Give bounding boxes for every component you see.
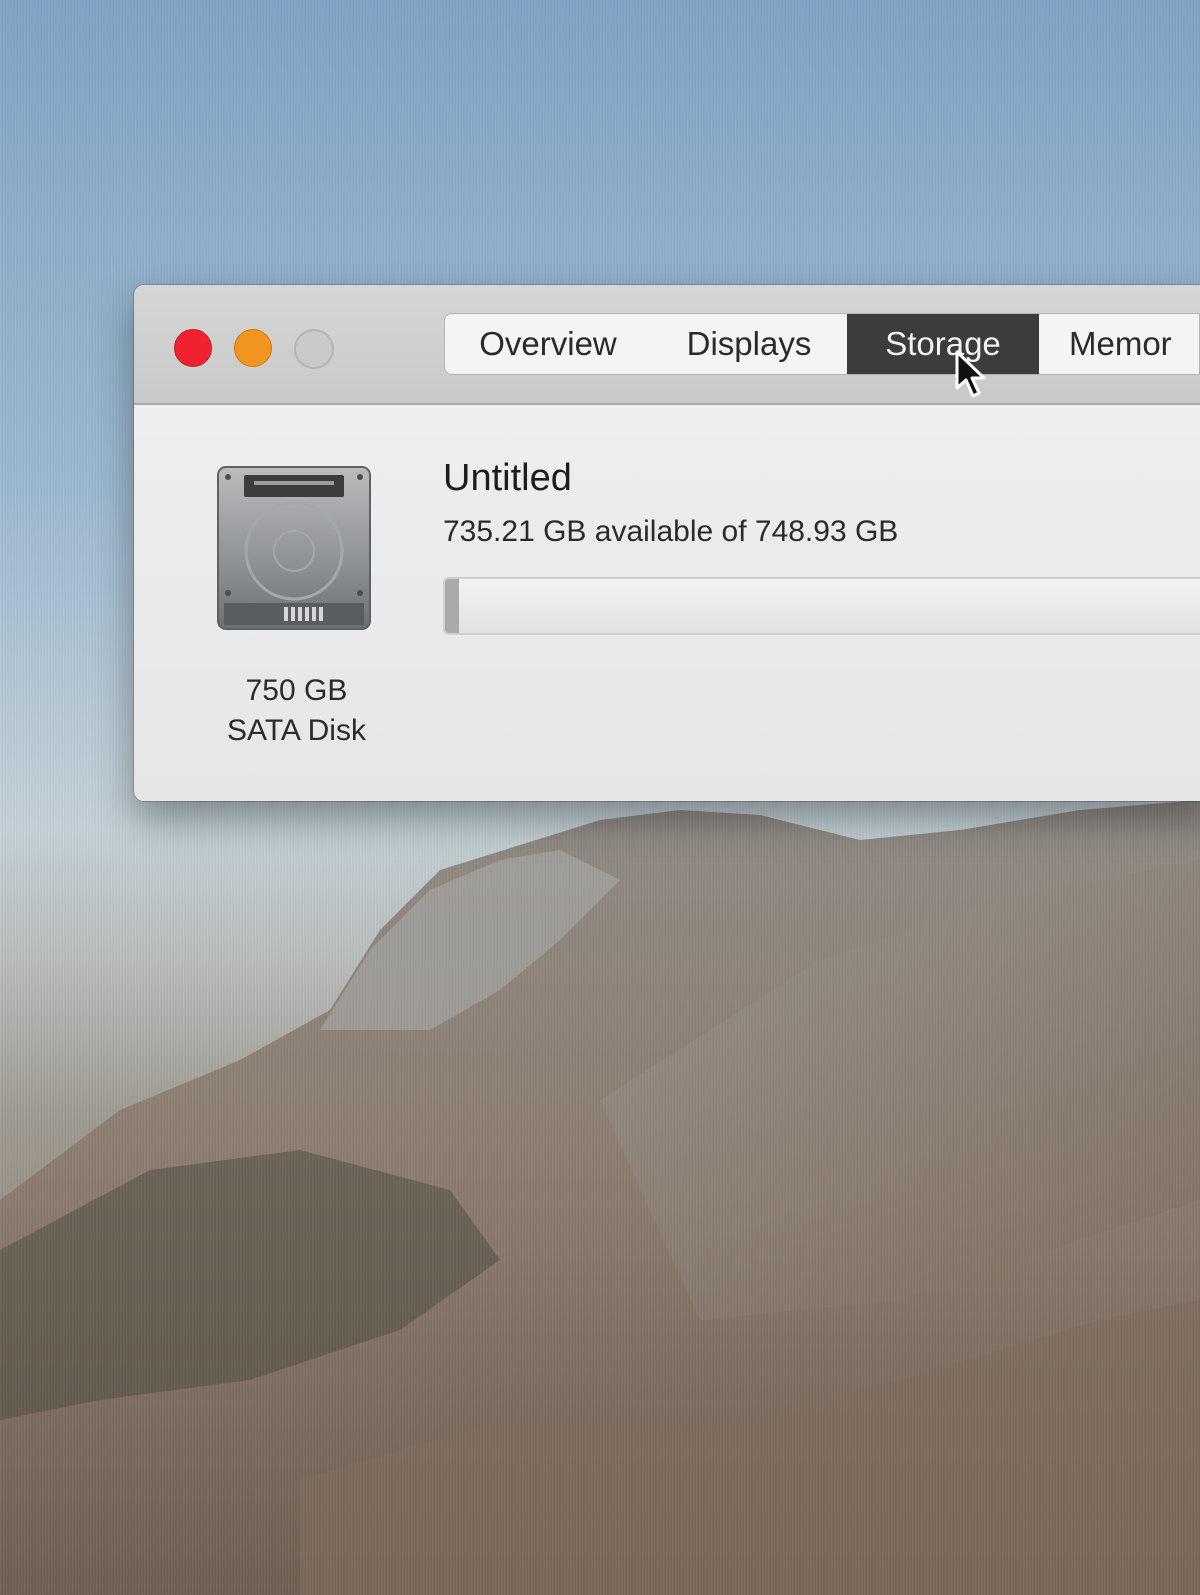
volume-availability: 735.21 GB available of 748.93 GB bbox=[443, 515, 899, 548]
hard-drive-icon bbox=[214, 463, 374, 638]
tab-bar: Overview Displays Storage Memor bbox=[444, 313, 1200, 375]
storage-usage-fill bbox=[445, 579, 459, 633]
volume-name: Untitled bbox=[443, 457, 572, 499]
close-button[interactable] bbox=[174, 329, 212, 367]
window-titlebar[interactable]: Overview Displays Storage Memor bbox=[134, 285, 1200, 405]
tab-memory[interactable]: Memor bbox=[1039, 314, 1199, 374]
zoom-button[interactable] bbox=[294, 329, 334, 369]
disk-type: SATA Disk bbox=[227, 714, 366, 747]
tab-displays[interactable]: Displays bbox=[651, 314, 847, 374]
tab-overview[interactable]: Overview bbox=[445, 314, 651, 374]
storage-panel: 750 GB SATA Disk Untitled 735.21 GB avai… bbox=[134, 405, 1200, 801]
disk-capacity: 750 GB bbox=[245, 674, 348, 707]
storage-usage-bar bbox=[443, 577, 1200, 635]
tab-storage[interactable]: Storage bbox=[847, 314, 1039, 374]
arrow-cursor-icon bbox=[955, 350, 989, 405]
about-this-mac-window: Overview Displays Storage Memor 750 GB S… bbox=[134, 285, 1200, 801]
minimize-button[interactable] bbox=[234, 329, 272, 367]
disk-label: 750 GB SATA Disk bbox=[204, 671, 389, 751]
